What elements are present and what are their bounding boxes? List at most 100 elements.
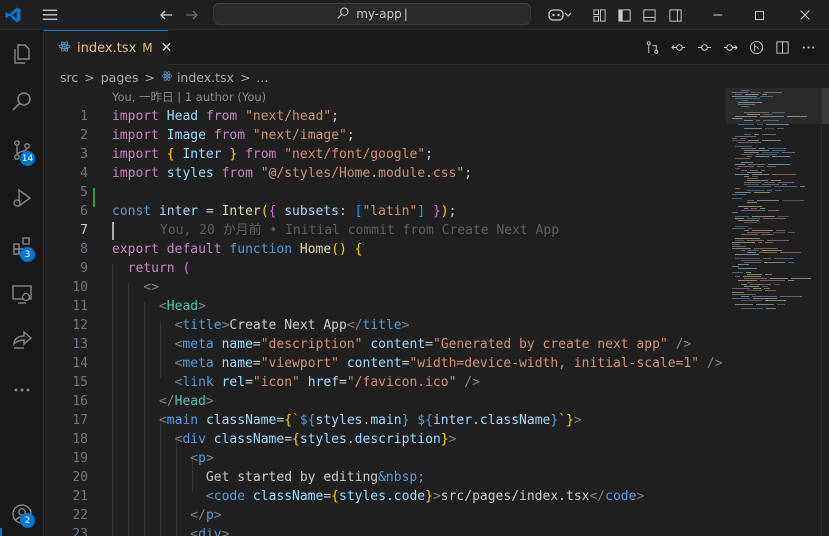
minimap[interactable] xyxy=(726,88,821,536)
maximize-icon[interactable] xyxy=(750,6,768,24)
minimap-line xyxy=(758,242,762,243)
minimap-line xyxy=(744,150,769,151)
minimap-line xyxy=(740,138,746,139)
run-debug-icon[interactable] xyxy=(0,180,44,216)
minimap-line xyxy=(770,278,788,279)
minimap-line xyxy=(735,136,756,137)
minimap-line xyxy=(732,92,748,93)
close-window-icon[interactable] xyxy=(796,6,814,24)
blame-header[interactable]: You, 一昨日 | 1 author (You) xyxy=(112,88,266,107)
more-actions-icon[interactable] xyxy=(795,36,821,60)
tab-bar: index.tsx M ✕ xyxy=(44,30,829,65)
minimap-line xyxy=(732,198,742,199)
timeline-forward-icon[interactable] xyxy=(717,36,743,60)
minimap-line xyxy=(760,96,773,97)
tab-index-tsx[interactable]: index.tsx M ✕ xyxy=(44,30,172,65)
minimap-line xyxy=(744,182,761,183)
minimap-line xyxy=(764,262,785,263)
tab-close-icon[interactable]: ✕ xyxy=(161,40,173,56)
minimap-line xyxy=(763,120,779,121)
minimap-line xyxy=(772,174,796,175)
breadcrumb-src[interactable]: src xyxy=(60,70,78,85)
menu-icon[interactable] xyxy=(40,6,60,24)
minimap-line xyxy=(760,116,784,117)
tab-modified-indicator: M xyxy=(142,41,153,55)
minimap-line xyxy=(791,278,811,279)
code-line: 14 <meta name="viewport" content="width=… xyxy=(72,356,723,371)
minimap-line xyxy=(735,164,745,165)
minimap-line xyxy=(767,166,776,167)
minimap-line xyxy=(763,114,772,115)
vertical-scrollbar[interactable] xyxy=(821,88,829,536)
scrollbar-thumb[interactable] xyxy=(822,88,829,124)
minimap-line xyxy=(735,192,751,193)
minimap-line xyxy=(753,288,761,289)
minimap-line xyxy=(762,184,779,185)
back-arrow-icon[interactable] xyxy=(157,6,175,24)
minimap-line xyxy=(735,98,760,99)
minimap-line xyxy=(754,134,759,135)
minimap-line xyxy=(741,106,749,107)
minimap-line xyxy=(762,286,768,287)
minimap-line xyxy=(760,208,765,209)
minimap-line xyxy=(735,240,744,241)
minimap-line xyxy=(732,272,743,273)
code-line: 3 import { Inter } from "next/font/google… xyxy=(80,147,433,162)
minimap-line xyxy=(741,284,747,285)
minimap-line xyxy=(747,232,770,233)
source-control-badge: 14 xyxy=(20,151,35,166)
minimap-line xyxy=(752,216,775,217)
forward-arrow-icon[interactable] xyxy=(183,6,201,24)
toggle-panel-icon[interactable] xyxy=(640,6,658,24)
code-line: 12 <title>Create Next App</title> xyxy=(72,318,410,333)
minimap-line xyxy=(777,128,784,129)
minimap-line xyxy=(756,154,777,155)
code-editor[interactable]: You, 一昨日 | 1 author (You) 1 import Head f… xyxy=(44,88,726,536)
search-icon[interactable] xyxy=(0,84,44,120)
layout-customize-icon[interactable] xyxy=(590,6,608,24)
minimap-line xyxy=(732,288,750,289)
minimap-line xyxy=(778,216,789,217)
source-control-icon[interactable]: 14 xyxy=(0,132,44,168)
search-text: my-app xyxy=(356,7,402,21)
extensions-icon[interactable]: 3 xyxy=(0,228,44,264)
copilot-icon[interactable] xyxy=(545,6,575,24)
minimap-line xyxy=(748,228,752,229)
breadcrumb-symbol[interactable]: ... xyxy=(256,70,268,85)
minimap-line xyxy=(744,286,759,287)
explorer-icon[interactable] xyxy=(0,36,44,72)
accounts-icon[interactable]: 2 xyxy=(0,496,44,532)
minimap-line xyxy=(772,112,785,113)
minimap-line xyxy=(757,166,764,167)
timeline-back-icon[interactable] xyxy=(665,36,691,60)
remote-explorer-icon[interactable] xyxy=(0,276,44,312)
toggle-secondary-sidebar-icon[interactable] xyxy=(666,6,684,24)
split-editor-icon[interactable] xyxy=(769,36,795,60)
more-icon[interactable] xyxy=(0,372,44,408)
minimap-line xyxy=(765,290,776,291)
live-share-icon[interactable] xyxy=(0,324,44,360)
open-changes-icon[interactable] xyxy=(639,36,665,60)
minimap-line xyxy=(735,146,752,147)
minimap-line xyxy=(747,240,764,241)
minimap-line xyxy=(780,296,802,297)
breadcrumb-pages[interactable]: pages xyxy=(101,70,139,85)
minimap-line xyxy=(800,186,805,187)
breadcrumb-file[interactable]: index.tsx xyxy=(177,70,234,85)
minimap-line xyxy=(747,200,754,201)
minimize-icon[interactable] xyxy=(709,6,727,24)
minimap-line xyxy=(756,120,760,121)
command-center-search[interactable]: my-app | xyxy=(213,3,531,25)
code-line: 5 xyxy=(80,185,88,200)
timeline-dot-icon[interactable] xyxy=(691,36,717,60)
minimap-line xyxy=(757,200,779,201)
toggle-sidebar-icon[interactable] xyxy=(615,6,633,24)
minimap-line xyxy=(748,164,765,165)
code-line: 11 <Head> xyxy=(72,299,206,314)
minimap-line xyxy=(735,238,760,239)
minimap-line xyxy=(738,142,761,143)
minimap-line xyxy=(782,184,787,185)
gitlens-icon[interactable] xyxy=(743,36,769,60)
minimap-line xyxy=(780,252,801,253)
minimap-line xyxy=(741,308,763,309)
